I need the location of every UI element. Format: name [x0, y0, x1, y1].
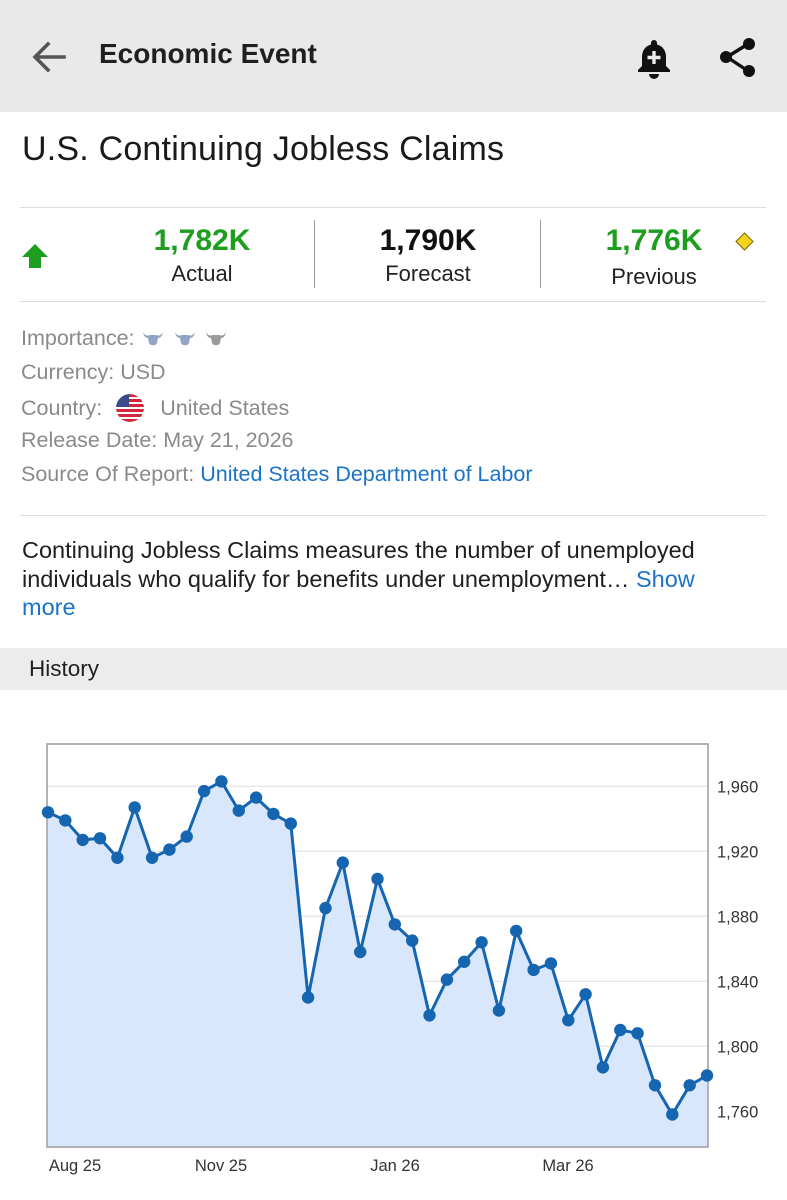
app-bar: Economic Event — [0, 0, 787, 112]
data-point — [41, 806, 55, 819]
x-tick-label: Nov 25 — [195, 1157, 247, 1175]
data-point — [180, 830, 193, 843]
data-point — [388, 918, 401, 931]
data-point — [232, 804, 245, 817]
source-row: Source Of Report: United States Departme… — [21, 462, 533, 492]
x-tick-label: Aug 25 — [49, 1157, 101, 1175]
data-point — [93, 832, 107, 845]
data-point — [336, 856, 349, 869]
history-title: History — [29, 656, 100, 681]
release-date-value: May 21, 2026 — [163, 428, 294, 452]
data-point — [614, 1023, 627, 1037]
share-icon[interactable] — [714, 34, 762, 82]
add-alert-bell-icon[interactable] — [630, 34, 678, 82]
bull-icon-empty — [206, 332, 227, 346]
importance-label: Importance: — [21, 326, 135, 350]
x-tick-label: Jan 26 — [370, 1157, 420, 1175]
y-tick-label: 1,840 — [717, 973, 758, 991]
event-title: U.S. Continuing Jobless Claims — [22, 130, 505, 168]
data-point — [458, 955, 471, 968]
data-point — [562, 1014, 575, 1027]
actual-stat: 1,782K Actual — [89, 208, 315, 300]
data-point — [59, 814, 72, 827]
data-point — [111, 851, 124, 864]
previous-value: 1,776K — [605, 224, 703, 257]
data-point — [648, 1079, 662, 1092]
country-value: United States — [160, 396, 290, 420]
source-label: Source Of Report: — [21, 462, 195, 486]
forecast-stat: 1,790K Forecast — [315, 208, 541, 300]
x-tick-label: Mar 26 — [542, 1157, 593, 1175]
data-point — [163, 843, 176, 856]
bull-icon-filled — [142, 332, 163, 346]
data-point — [683, 1079, 696, 1092]
data-point — [284, 817, 297, 830]
y-tick-label: 1,960 — [717, 778, 758, 796]
previous-label: Previous — [611, 264, 697, 289]
data-point — [423, 1009, 436, 1022]
release-date-row: Release Date: May 21, 2026 — [21, 428, 294, 458]
app-bar-title: Economic Event — [99, 38, 317, 69]
y-tick-label: 1,880 — [717, 908, 758, 926]
history-section-header: History — [0, 648, 787, 690]
event-stats: 1,782K Actual 1,790K Forecast 1,776K Pre… — [20, 208, 766, 300]
y-tick-label: 1,920 — [717, 843, 758, 861]
data-point — [301, 991, 315, 1004]
currency-label: Currency: — [21, 360, 115, 384]
y-tick-label: 1,800 — [717, 1038, 758, 1056]
data-point — [406, 934, 419, 947]
actual-label: Actual — [171, 261, 233, 286]
country-label: Country: — [21, 396, 103, 420]
y-tick-label: 1,760 — [717, 1103, 758, 1121]
data-point — [371, 872, 384, 886]
area-fill — [48, 781, 707, 1147]
data-point — [267, 807, 280, 821]
bull-icon-filled — [174, 332, 195, 346]
previous-stat: 1,776K Previous — [541, 208, 767, 300]
data-point — [666, 1108, 679, 1121]
history-chart: 1,760 1,800 1,840 1,880 1,920 1,960 Aug 25 Nov … — [41, 743, 758, 1175]
data-point — [215, 775, 228, 788]
data-point — [510, 924, 523, 938]
forecast-label: Forecast — [385, 261, 471, 286]
data-point — [440, 973, 454, 986]
data-point — [631, 1027, 644, 1040]
data-point — [249, 791, 263, 804]
source-link[interactable]: United States Department of Labor — [200, 462, 532, 486]
data-point — [354, 945, 367, 959]
up-arrow-icon — [22, 244, 48, 268]
back-arrow-icon[interactable] — [26, 34, 72, 80]
data-point — [596, 1061, 610, 1074]
description-text: Continuing Jobless Claims measures the n… — [22, 537, 695, 592]
currency-row: Currency: USD — [21, 360, 166, 390]
data-point — [76, 833, 89, 847]
data-point — [527, 963, 540, 977]
currency-value: USD — [120, 360, 166, 384]
country-row: Country: United States — [21, 394, 289, 424]
data-point — [319, 901, 332, 915]
divider — [20, 301, 766, 302]
divider — [20, 515, 766, 516]
event-description: Continuing Jobless Claims measures the n… — [22, 536, 752, 622]
forecast-value: 1,790K — [379, 224, 477, 257]
data-point — [544, 957, 558, 970]
data-point — [197, 784, 211, 798]
data-point — [700, 1069, 714, 1082]
data-point — [128, 801, 141, 814]
us-flag-icon — [116, 394, 145, 422]
release-date-label: Release Date: — [21, 428, 158, 452]
actual-value: 1,782K — [153, 224, 251, 257]
importance-row: Importance: — [21, 326, 230, 356]
data-point — [145, 851, 159, 864]
data-point — [492, 1004, 506, 1017]
data-point — [475, 936, 488, 949]
data-point — [579, 988, 592, 1001]
